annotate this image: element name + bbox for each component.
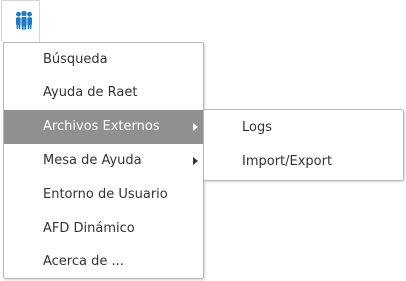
menu-item-afd-dinamico[interactable]: AFD Dinámico (4, 212, 203, 246)
menu-item-label: Entorno de Usuario (43, 187, 168, 202)
menu-item-mesa-de-ayuda[interactable]: Mesa de Ayuda (4, 144, 203, 178)
users-group-icon (16, 10, 32, 30)
submenu-item-label: Import/Export (242, 154, 333, 169)
submenu-item-label: Logs (242, 120, 272, 135)
menu-item-busqueda[interactable]: Búsqueda (4, 43, 203, 77)
submenu-item-logs[interactable]: Logs (204, 111, 403, 145)
menu-item-entorno-de-usuario[interactable]: Entorno de Usuario (4, 178, 203, 212)
archivos-externos-submenu: Logs Import/Export (203, 109, 404, 181)
users-menu-button[interactable] (1, 0, 40, 42)
submenu-arrow-icon (193, 157, 198, 165)
menu-item-label: Archivos Externos (43, 119, 160, 134)
menu-item-label: Mesa de Ayuda (43, 153, 142, 168)
menu-item-label: AFD Dinámico (43, 221, 135, 236)
main-dropdown-menu: Búsqueda Ayuda de Raet Archivos Externos… (3, 42, 204, 279)
submenu-item-import-export[interactable]: Import/Export (204, 145, 403, 179)
menu-item-label: Ayuda de Raet (43, 85, 138, 100)
submenu-arrow-icon (193, 123, 198, 131)
menu-item-label: Acerca de ... (43, 254, 124, 269)
menu-item-ayuda-de-raet[interactable]: Ayuda de Raet (4, 76, 203, 110)
menu-item-archivos-externos[interactable]: Archivos Externos (4, 110, 203, 144)
menu-item-acerca-de[interactable]: Acerca de ... (4, 245, 203, 279)
menu-item-label: Búsqueda (43, 52, 108, 67)
